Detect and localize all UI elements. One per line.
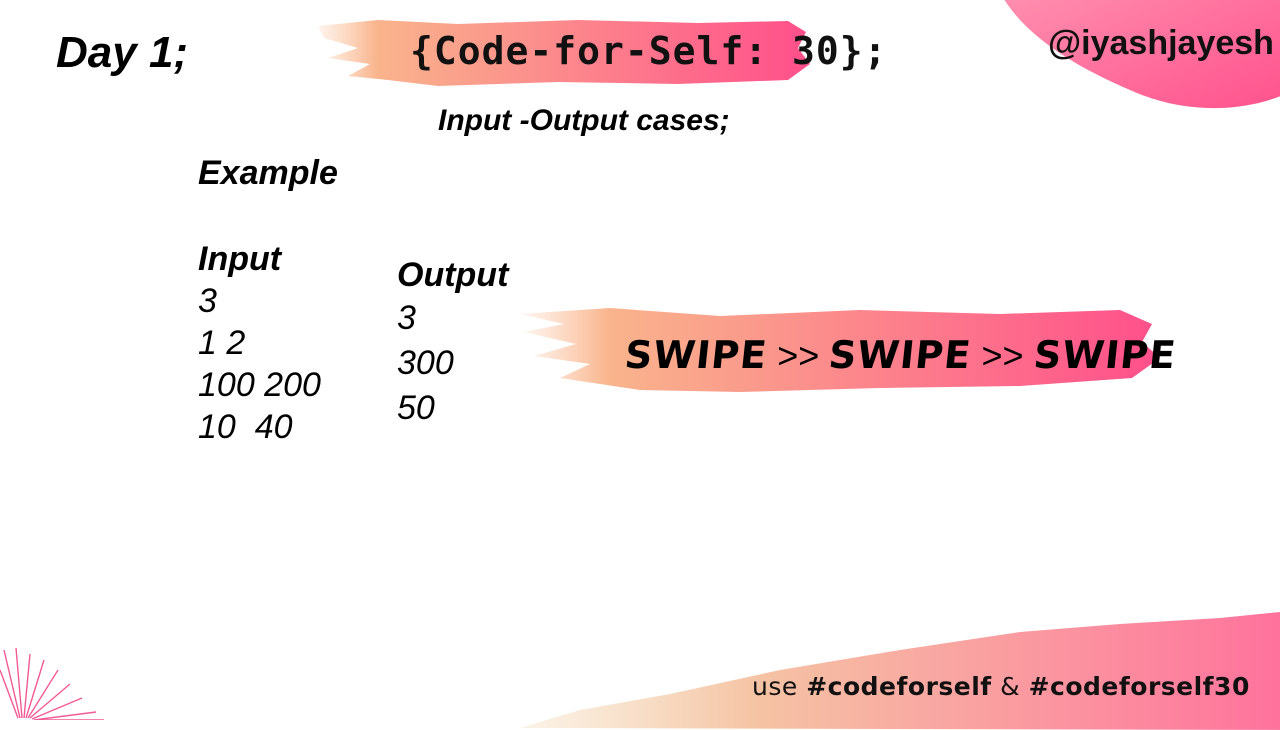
input-line: 10 40 — [198, 408, 293, 446]
footer-prefix: use — [752, 672, 798, 701]
author-handle: @iyashjayesh — [1048, 24, 1274, 62]
day-label: Day 1; — [56, 28, 189, 77]
input-line: 3 — [198, 282, 217, 320]
output-heading: Output — [397, 256, 509, 294]
output-line: 3 — [397, 299, 416, 337]
footer-brush-stroke — [520, 612, 1280, 730]
output-column: Output 3 300 50 — [397, 254, 508, 431]
input-column: Input 3 1 2 100 200 10 40 — [198, 238, 321, 448]
output-line: 300 — [397, 344, 454, 382]
swipe-separator: >> — [777, 335, 820, 376]
output-line: 50 — [397, 389, 435, 427]
input-heading: Input — [198, 240, 282, 278]
series-title: {Code-for-Self: 30}; — [410, 29, 888, 73]
swipe-separator: >> — [981, 335, 1024, 376]
footer-ampersand: & — [1000, 672, 1021, 701]
hashtag-footer: use #codeforself & #codeforself30 — [752, 672, 1250, 701]
example-heading: Example — [198, 154, 338, 192]
hashtag-codeforself30: #codeforself30 — [1028, 672, 1250, 701]
hashtag-codeforself: #codeforself — [806, 672, 992, 701]
swipe-word: SWIPE — [1031, 333, 1179, 377]
swipe-word: SWIPE — [622, 333, 770, 377]
swipe-word: SWIPE — [826, 333, 974, 377]
input-line: 1 2 — [198, 324, 246, 362]
input-line: 100 200 — [198, 366, 321, 404]
sunburst-decoration-icon — [0, 647, 104, 720]
section-subtitle: Input -Output cases; — [438, 104, 730, 137]
swipe-banner: SWIPE >> SWIPE >> SWIPE — [622, 330, 1179, 380]
